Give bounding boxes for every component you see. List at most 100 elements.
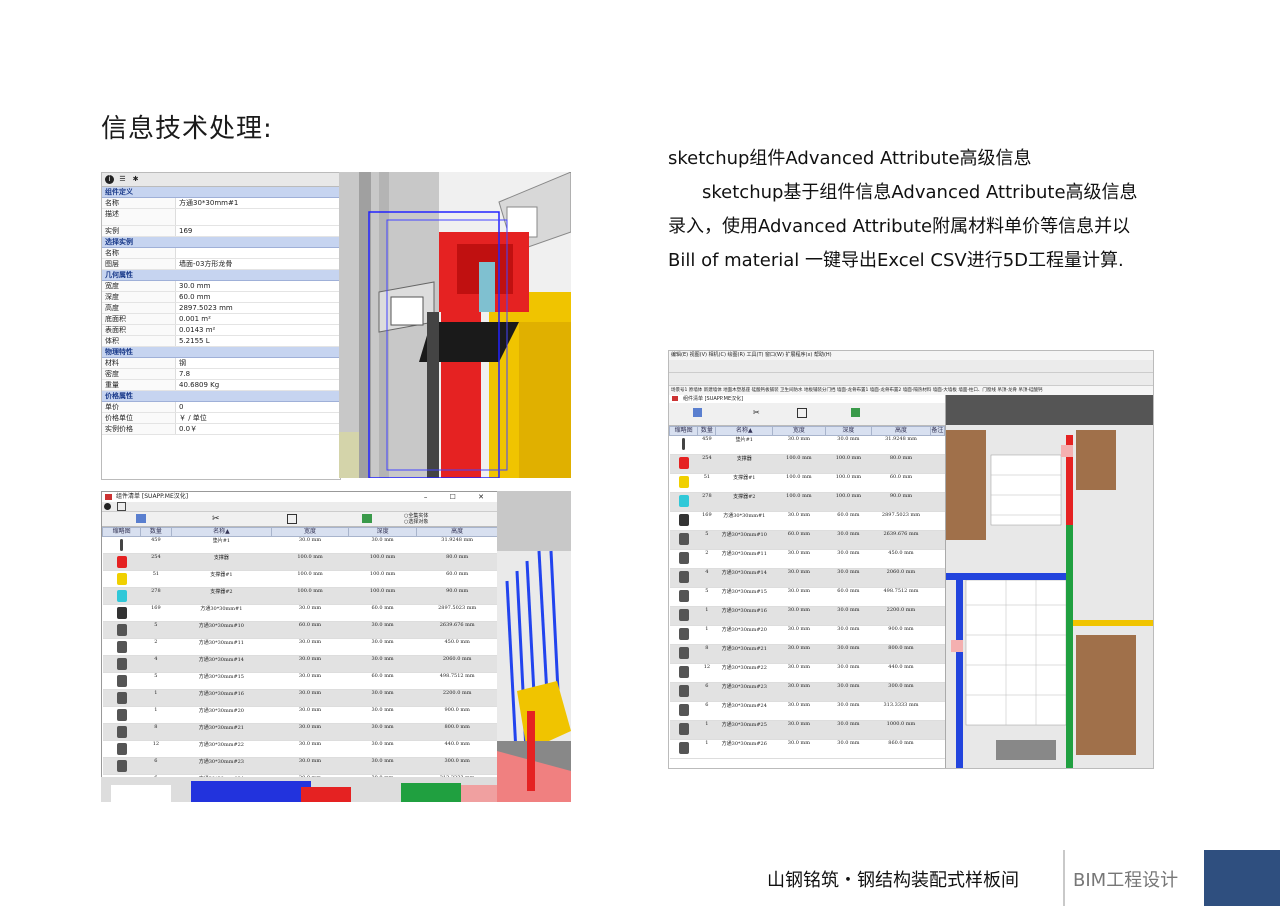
column-header[interactable]: 备注 xyxy=(929,426,945,436)
column-header[interactable]: 缩略图 xyxy=(102,527,142,537)
attr-value[interactable]: 墙面-03方形龙骨 xyxy=(176,259,340,269)
attr-section-header[interactable]: 物理特性 xyxy=(102,347,340,358)
info-icon[interactable]: i xyxy=(105,175,114,184)
column-header[interactable]: 宽度 xyxy=(772,426,826,436)
table-row[interactable]: 5 方通30*30mm#15 30.0 mm 60.0 mm 498.7512 mm xyxy=(669,587,945,607)
table-row[interactable]: 5 方通30*30mm#15 30.0 mm 60.0 mm 498.7512 mm xyxy=(102,672,498,690)
attr-value[interactable] xyxy=(176,248,340,258)
table-row[interactable]: 8 方通30*30mm#21 30.0 mm 30.0 mm 800.0 mm xyxy=(102,723,498,741)
scene-tabs[interactable]: 场景号1 原墙体 新建墙体 地面木塑基座 硅酸钙板铺装 卫生间防水 地板铺装分门… xyxy=(669,386,1153,395)
table-row[interactable]: 2 方通30*30mm#11 30.0 mm 30.0 mm 450.0 mm xyxy=(102,638,498,656)
attr-row: 实例 169 xyxy=(102,226,340,237)
table-row[interactable]: 5 方通30*30mm#10 60.0 mm 30.0 mm 2639.676 mm xyxy=(102,621,498,639)
table-row[interactable]: 254 支撑器 100.0 mm 100.0 mm 80.0 mm xyxy=(102,553,498,571)
description-text: sketchup组件Advanced Attribute高级信息 sketchu… xyxy=(668,142,1148,278)
column-header[interactable]: 高度 xyxy=(416,527,498,537)
checkbox-icon[interactable] xyxy=(287,514,297,524)
column-header[interactable]: 高度 xyxy=(871,426,931,436)
table-row[interactable]: 12 方通30*30mm#22 30.0 mm 30.0 mm 440.0 mm xyxy=(669,663,945,683)
list-icon[interactable] xyxy=(116,502,126,511)
thumbnail-cell xyxy=(669,663,698,683)
steel-frame-render xyxy=(339,172,571,478)
tools-icon[interactable]: ✂ xyxy=(753,408,760,417)
column-header[interactable]: 深度 xyxy=(347,527,418,537)
column-header[interactable]: 名称▲ xyxy=(170,527,273,537)
export-csv-icon[interactable] xyxy=(851,408,860,417)
component-thumbnail xyxy=(116,760,127,772)
thumbnail-cell xyxy=(669,587,698,607)
table-row[interactable]: 1 方通30*30mm#26 30.0 mm 30.0 mm 860.0 mm xyxy=(669,739,945,759)
table-row[interactable]: 169 方通30*30mm#1 30.0 mm 60.0 mm 2897.5023 mm xyxy=(102,604,498,622)
attr-value[interactable]: 60.0 mm xyxy=(176,292,340,302)
column-header[interactable]: 深度 xyxy=(824,426,873,436)
component-thumbnail xyxy=(678,533,689,545)
remarks-cell xyxy=(930,606,945,626)
table-row[interactable]: 12 方通30*30mm#22 30.0 mm 30.0 mm 440.0 mm xyxy=(102,740,498,758)
export-csv-icon[interactable] xyxy=(362,514,372,523)
table-cell: 30.0 mm xyxy=(348,689,417,707)
thumbnail-cell xyxy=(669,511,698,531)
attr-value[interactable] xyxy=(176,209,340,225)
column-header[interactable]: 缩略图 xyxy=(669,426,699,436)
info-icon[interactable] xyxy=(104,503,111,510)
floorplan-render xyxy=(946,395,1153,768)
attr-section-header[interactable]: 几何属性 xyxy=(102,270,340,281)
table-row[interactable]: 278 支撑器#2 100.0 mm 100.0 mm 90.0 mm xyxy=(669,492,945,512)
table-row[interactable]: 5 方通30*30mm#10 60.0 mm 30.0 mm 2639.676 mm xyxy=(669,530,945,550)
table-row[interactable]: 459 垫片#1 30.0 mm 30.0 mm 31.9248 mm xyxy=(102,536,498,554)
column-header[interactable]: 宽度 xyxy=(271,527,349,537)
attr-value[interactable]: 0.001 m² xyxy=(176,314,340,324)
table-row[interactable]: 1 方通30*30mm#20 30.0 mm 30.0 mm 900.0 mm xyxy=(102,706,498,724)
attr-value[interactable]: 169 xyxy=(176,226,340,236)
table-row[interactable]: 1 方通30*30mm#25 30.0 mm 30.0 mm 1000.0 mm xyxy=(669,720,945,740)
thumbnail-cell xyxy=(102,638,141,656)
table-row[interactable]: 6方通30*30mm#2430.0 mm30.0 mm313.3333 mm xyxy=(669,701,945,721)
table-row[interactable]: 278 支撑器#2 100.0 mm 100.0 mm 90.0 mm xyxy=(102,587,498,605)
attr-section-header[interactable]: 价格属性 xyxy=(102,391,340,402)
table-row[interactable]: 51 支撑器#1 100.0 mm 100.0 mm 60.0 mm xyxy=(102,570,498,588)
gear-icon[interactable]: ✱ xyxy=(131,175,140,184)
tools-icon[interactable]: ✂ xyxy=(212,514,220,524)
attr-value[interactable]: 钢 xyxy=(176,358,340,368)
attr-value[interactable]: 40.6809 Kg xyxy=(176,380,340,390)
checkbox-icon[interactable] xyxy=(797,408,807,418)
attr-section-header[interactable]: 选择实例 xyxy=(102,237,340,248)
table-row[interactable]: 254 支撑器 100.0 mm 100.0 mm 80.0 mm xyxy=(669,454,945,474)
table-cell: 方通30*30mm#16 xyxy=(715,606,773,626)
attr-value[interactable]: 5.2155 L xyxy=(176,336,340,346)
table-cell: 30.0 mm xyxy=(348,655,417,673)
table-row[interactable]: 51 支撑器#1 100.0 mm 100.0 mm 60.0 mm xyxy=(669,473,945,493)
list-icon[interactable]: ☰ xyxy=(118,175,127,184)
table-cell: 30.0 mm xyxy=(825,606,872,626)
attr-value[interactable]: ￥ / 单位 xyxy=(176,413,340,423)
table-row[interactable]: 1 方通30*30mm#20 30.0 mm 30.0 mm 900.0 mm xyxy=(669,625,945,645)
table-row[interactable]: 8 方通30*30mm#21 30.0 mm 30.0 mm 800.0 mm xyxy=(669,644,945,664)
radio-options[interactable]: ○全集实体 ○选择对象 xyxy=(404,513,428,525)
refresh-icon[interactable] xyxy=(693,408,702,417)
attr-value[interactable]: 0.0￥ xyxy=(176,424,340,434)
table-row[interactable]: 6 方通30*30mm#23 30.0 mm 30.0 mm 300.0 mm xyxy=(669,682,945,702)
attr-value[interactable]: 方通30*30mm#1 xyxy=(176,198,340,208)
window-controls[interactable]: – ☐ ✕ xyxy=(424,492,494,502)
attr-value[interactable]: 2897.5023 mm xyxy=(176,303,340,313)
column-header[interactable]: 名称▲ xyxy=(715,426,774,436)
column-header[interactable]: 数量 xyxy=(140,527,172,537)
attr-value[interactable]: 0 xyxy=(176,402,340,412)
table-row[interactable]: 1 方通30*30mm#16 30.0 mm 30.0 mm 2200.0 mm xyxy=(669,606,945,626)
table-row[interactable]: 169 方通30*30mm#1 30.0 mm 60.0 mm 2897.5023 mm xyxy=(669,511,945,531)
attr-value[interactable]: 7.8 xyxy=(176,369,340,379)
attr-section-header[interactable]: 组件定义 xyxy=(102,187,340,198)
refresh-icon[interactable] xyxy=(136,514,146,523)
table-row[interactable]: 4 方通30*30mm#14 30.0 mm 30.0 mm 2060.0 mm xyxy=(102,655,498,673)
menu-bar[interactable]: 编辑(E) 视图(V) 相机(C) 绘图(R) 工具(T) 窗口(W) 扩展程序… xyxy=(669,351,1153,360)
table-row[interactable]: 4 方通30*30mm#14 30.0 mm 30.0 mm 2060.0 mm xyxy=(669,568,945,588)
table-row[interactable]: 1 方通30*30mm#16 30.0 mm 30.0 mm 2200.0 mm xyxy=(102,689,498,707)
table-cell: 30.0 mm xyxy=(825,720,872,740)
attr-value[interactable]: 0.0143 m² xyxy=(176,325,340,335)
table-row[interactable]: 459 垫片#1 30.0 mm 30.0 mm 31.9248 mm xyxy=(669,435,945,455)
thumbnail-cell xyxy=(102,757,141,775)
attr-value[interactable]: 30.0 mm xyxy=(176,281,340,291)
column-header[interactable]: 数量 xyxy=(697,426,717,436)
table-row[interactable]: 6 方通30*30mm#23 30.0 mm 30.0 mm 300.0 mm xyxy=(102,757,498,775)
table-row[interactable]: 2 方通30*30mm#11 30.0 mm 30.0 mm 450.0 mm xyxy=(669,549,945,569)
